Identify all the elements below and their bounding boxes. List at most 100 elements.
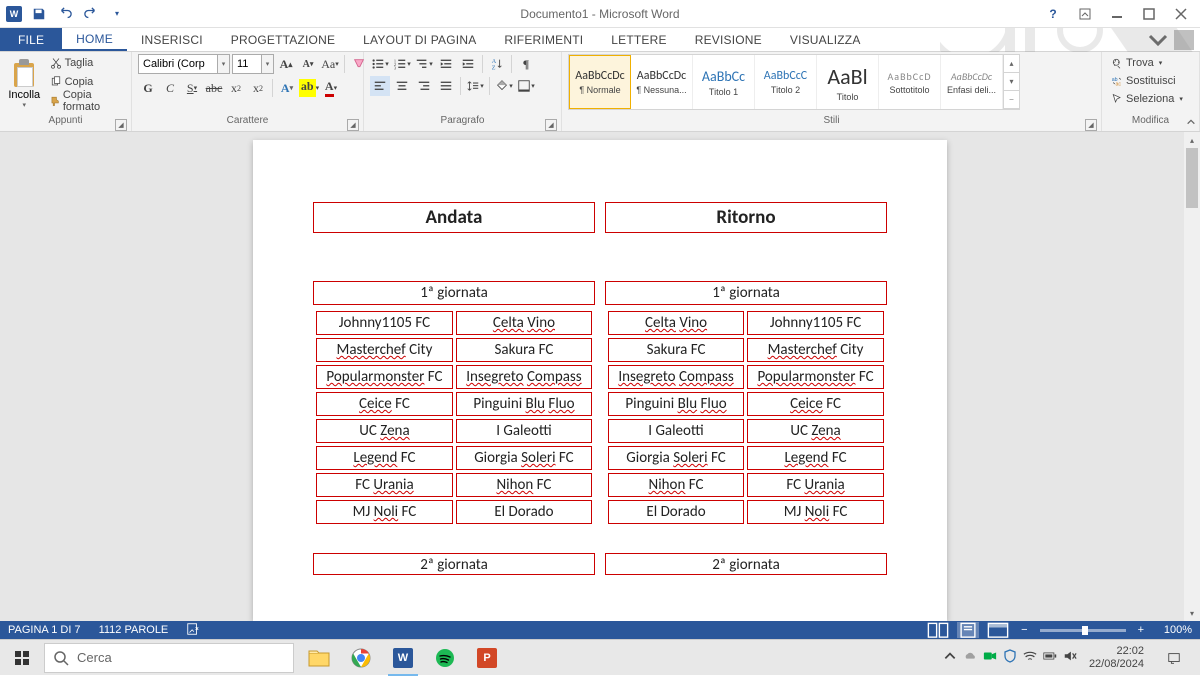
qat-save[interactable] bbox=[28, 3, 50, 25]
strikethrough-button[interactable]: abc bbox=[204, 78, 224, 98]
view-print-layout[interactable] bbox=[957, 622, 979, 638]
tab-view[interactable]: VISUALIZZA bbox=[776, 28, 875, 51]
ribbon-display-options[interactable] bbox=[1070, 2, 1100, 26]
styles-expand[interactable]: ⎯ bbox=[1004, 91, 1019, 109]
style-heading1[interactable]: AaBbCcTitolo 1 bbox=[693, 55, 755, 109]
style-title[interactable]: AaBlTitolo bbox=[817, 55, 879, 109]
grow-font-button[interactable]: A▴ bbox=[276, 54, 296, 74]
task-explorer[interactable] bbox=[298, 640, 340, 676]
table-cell[interactable]: Celta Vino bbox=[608, 311, 744, 335]
tray-clock[interactable]: 22:02 22/08/2024 bbox=[1083, 645, 1150, 669]
replace-button[interactable]: abacSostituisci bbox=[1108, 72, 1186, 89]
line-spacing-button[interactable]: ▾ bbox=[465, 76, 485, 96]
bold-button[interactable]: G bbox=[138, 78, 158, 98]
tab-review[interactable]: REVISIONE bbox=[681, 28, 776, 51]
style-nospacing[interactable]: AaBbCcDc¶ Nessuna... bbox=[631, 55, 693, 109]
format-painter-button[interactable]: Copia formato bbox=[47, 92, 125, 110]
table-cell[interactable]: Ceice FC bbox=[316, 392, 453, 416]
text-effects-button[interactable]: A▾ bbox=[277, 78, 297, 98]
status-page[interactable]: PAGINA 1 DI 7 bbox=[8, 624, 81, 636]
increase-indent-button[interactable] bbox=[458, 54, 478, 74]
table-cell[interactable]: Nihon FC bbox=[456, 473, 592, 497]
table-cell[interactable]: Johnny1105 FC bbox=[747, 311, 884, 335]
select-button[interactable]: Seleziona▾ bbox=[1108, 90, 1186, 107]
table-cell[interactable]: Celta Vino bbox=[456, 311, 592, 335]
tab-layout[interactable]: LAYOUT DI PAGINA bbox=[349, 28, 490, 51]
decrease-indent-button[interactable] bbox=[436, 54, 456, 74]
tab-design[interactable]: PROGETTAZIONE bbox=[217, 28, 349, 51]
numbering-button[interactable]: 123▾ bbox=[392, 54, 412, 74]
table-cell[interactable]: MJ Noli FC bbox=[747, 500, 884, 524]
table-cell[interactable]: Masterchef City bbox=[747, 338, 884, 362]
taskbar-search[interactable]: Cerca bbox=[44, 643, 294, 673]
table-cell[interactable]: Masterchef City bbox=[316, 338, 453, 362]
styles-dialog-launcher[interactable]: ◢ bbox=[1085, 119, 1097, 131]
font-dialog-launcher[interactable]: ◢ bbox=[347, 119, 359, 131]
table-cell[interactable]: FC Urania bbox=[747, 473, 884, 497]
collapse-ribbon-button[interactable] bbox=[1184, 115, 1198, 129]
task-spotify[interactable] bbox=[424, 640, 466, 676]
tray-meet-icon[interactable] bbox=[983, 649, 997, 666]
zoom-in[interactable]: + bbox=[1134, 624, 1148, 636]
change-case-button[interactable]: Aa▾ bbox=[320, 54, 340, 74]
align-right-button[interactable] bbox=[414, 76, 434, 96]
tray-wifi-icon[interactable] bbox=[1023, 649, 1037, 666]
highlight-button[interactable]: ab▾ bbox=[299, 78, 319, 98]
zoom-out[interactable]: − bbox=[1017, 624, 1031, 636]
style-subtitle[interactable]: AaBbCcDSottotitolo bbox=[879, 55, 941, 109]
table-cell[interactable]: Popularmonster FC bbox=[747, 365, 884, 389]
task-word[interactable]: W bbox=[382, 640, 424, 676]
align-center-button[interactable] bbox=[392, 76, 412, 96]
table-cell[interactable]: Ceice FC bbox=[747, 392, 884, 416]
subscript-button[interactable]: x2 bbox=[226, 78, 246, 98]
ritorno-header[interactable]: Ritorno bbox=[605, 202, 887, 233]
view-web-layout[interactable] bbox=[987, 622, 1009, 638]
tray-onedrive-icon[interactable] bbox=[963, 649, 977, 666]
scroll-up[interactable]: ▴ bbox=[1184, 132, 1200, 148]
tray-expand-icon[interactable] bbox=[943, 649, 957, 666]
paragraph-dialog-launcher[interactable]: ◢ bbox=[545, 119, 557, 131]
table-cell[interactable]: Giorgia Soleri FC bbox=[608, 446, 744, 470]
help-button[interactable]: ? bbox=[1038, 2, 1068, 26]
table-cell[interactable]: FC Urania bbox=[316, 473, 453, 497]
underline-button[interactable]: S▾ bbox=[182, 78, 202, 98]
paste-button[interactable]: Incolla ▾ bbox=[6, 54, 43, 114]
superscript-button[interactable]: x2 bbox=[248, 78, 268, 98]
style-normal[interactable]: AaBbCcDc¶ Normale bbox=[569, 55, 631, 109]
justify-button[interactable] bbox=[436, 76, 456, 96]
tab-mailings[interactable]: LETTERE bbox=[597, 28, 680, 51]
find-button[interactable]: Trova▾ bbox=[1108, 54, 1186, 71]
table-cell[interactable]: Nihon FC bbox=[608, 473, 744, 497]
tab-file[interactable]: FILE bbox=[0, 28, 62, 51]
close-button[interactable] bbox=[1166, 2, 1196, 26]
table-cell[interactable]: MJ Noli FC bbox=[316, 500, 453, 524]
tray-notifications[interactable] bbox=[1156, 640, 1192, 676]
qat-redo[interactable] bbox=[80, 3, 102, 25]
start-button[interactable] bbox=[0, 640, 44, 676]
task-powerpoint[interactable]: P bbox=[466, 640, 508, 676]
font-size-combo[interactable]: 11▾ bbox=[232, 54, 274, 74]
multilevel-list-button[interactable]: ▾ bbox=[414, 54, 434, 74]
ritorno-table[interactable]: 1ª giornata Celta VinoJohnny1105 FCSakur… bbox=[605, 281, 887, 527]
zoom-value[interactable]: 100% bbox=[1156, 624, 1192, 636]
style-emphasis[interactable]: AaBbCcDcEnfasi deli... bbox=[941, 55, 1003, 109]
cut-button[interactable]: Taglia bbox=[47, 54, 125, 72]
table-cell[interactable]: El Dorado bbox=[456, 500, 592, 524]
status-proofing-icon[interactable] bbox=[186, 622, 200, 639]
table-cell[interactable]: Johnny1105 FC bbox=[316, 311, 453, 335]
table-cell[interactable]: El Dorado bbox=[608, 500, 744, 524]
minimize-button[interactable] bbox=[1102, 2, 1132, 26]
styles-scroll-up[interactable]: ▴ bbox=[1004, 55, 1019, 73]
document-area[interactable]: Andata Ritorno 1ª giornata Johnny1105 FC… bbox=[0, 132, 1200, 621]
table-cell[interactable]: Insegreto Compass bbox=[456, 365, 592, 389]
shrink-font-button[interactable]: A▾ bbox=[298, 54, 318, 74]
style-heading2[interactable]: AaBbCcCTitolo 2 bbox=[755, 55, 817, 109]
styles-scroll-down[interactable]: ▾ bbox=[1004, 73, 1019, 91]
table-cell[interactable]: Legend FC bbox=[316, 446, 453, 470]
table-cell[interactable]: UC Zena bbox=[747, 419, 884, 443]
table-cell[interactable]: Sakura FC bbox=[608, 338, 744, 362]
maximize-button[interactable] bbox=[1134, 2, 1164, 26]
table-cell[interactable]: Popularmonster FC bbox=[316, 365, 453, 389]
font-color-button[interactable]: A▾ bbox=[321, 78, 341, 98]
bullets-button[interactable]: ▾ bbox=[370, 54, 390, 74]
